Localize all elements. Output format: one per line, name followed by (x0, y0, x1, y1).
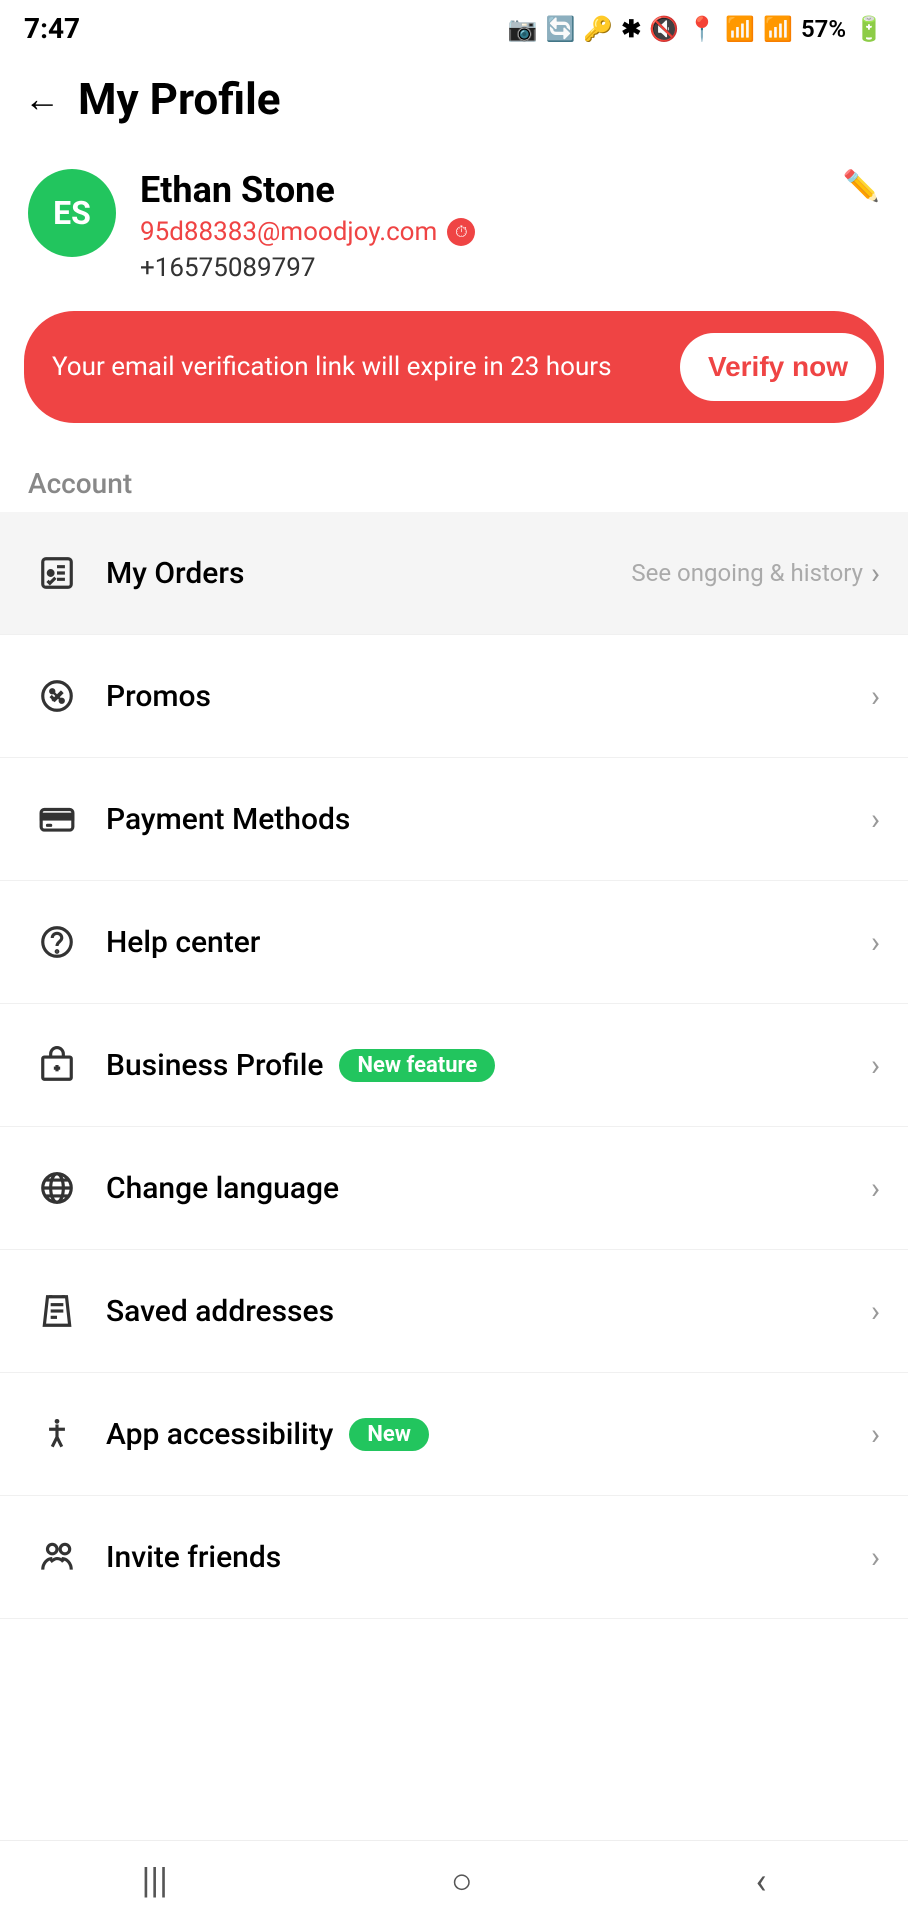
promos-chevron: › (871, 679, 880, 714)
my-orders-sublabel: See ongoing & history (631, 559, 863, 587)
promos-label: Promos (106, 679, 871, 714)
status-time: 7:47 (24, 12, 80, 45)
account-section-label: Account (0, 455, 908, 512)
profile-phone: +16575089797 (140, 253, 880, 283)
profile-email: 95d88383@moodjoy.com (140, 217, 437, 247)
help-center-icon (28, 913, 86, 971)
signal-icon: 📶 (763, 15, 793, 43)
banner-text: Your email verification link will expire… (52, 349, 668, 385)
app-accessibility-icon (28, 1405, 86, 1463)
nav-menu-icon[interactable]: ||| (142, 1860, 168, 1902)
change-language-chevron: › (871, 1171, 880, 1206)
help-center-label: Help center (106, 925, 871, 960)
nav-home-icon[interactable]: ○ (451, 1860, 473, 1902)
saved-addresses-label: Saved addresses (106, 1294, 871, 1329)
menu-item-payment-methods[interactable]: Payment Methods › (0, 758, 908, 881)
menu-item-saved-addresses[interactable]: Saved addresses › (0, 1250, 908, 1373)
bluetooth-icon: ✱ (621, 15, 641, 43)
payment-methods-label: Payment Methods (106, 802, 871, 837)
profile-name: Ethan Stone (140, 169, 880, 211)
verification-banner: Your email verification link will expire… (24, 311, 884, 423)
my-orders-label: My Orders (106, 556, 631, 591)
menu-item-help-center[interactable]: Help center › (0, 881, 908, 1004)
profile-section: ES Ethan Stone 95d88383@moodjoy.com ⏱ +1… (0, 149, 908, 311)
menu-item-my-orders[interactable]: My Orders See ongoing & history › (0, 512, 908, 635)
payment-methods-chevron: › (871, 802, 880, 837)
menu-item-invite-friends[interactable]: Invite friends › (0, 1496, 908, 1619)
status-bar: 7:47 📷 🔄 🔑 ✱ 🔇 📍 📶 📶 57% 🔋 (0, 0, 908, 53)
menu-item-business-profile[interactable]: Business Profile New feature › (0, 1004, 908, 1127)
location-icon: 📍 (687, 15, 717, 43)
change-language-icon (28, 1159, 86, 1217)
verify-now-button[interactable]: Verify now (680, 333, 876, 401)
app-accessibility-label: App accessibility New (106, 1417, 871, 1452)
battery-icon: 🔋 (854, 15, 884, 43)
help-center-chevron: › (871, 925, 880, 960)
key-icon: 🔑 (583, 15, 613, 43)
business-profile-label: Business Profile New feature (106, 1048, 871, 1083)
menu-item-promos[interactable]: Promos › (0, 635, 908, 758)
page-title: My Profile (78, 73, 281, 125)
my-orders-icon (28, 544, 86, 602)
menu-item-app-accessibility[interactable]: App accessibility New › (0, 1373, 908, 1496)
bottom-nav: ||| ○ ‹ (0, 1840, 908, 1920)
menu-item-change-language[interactable]: Change language › (0, 1127, 908, 1250)
edit-profile-button[interactable]: ✏️ (843, 169, 880, 204)
saved-addresses-chevron: › (871, 1294, 880, 1329)
business-profile-chevron: › (871, 1048, 880, 1083)
invite-friends-chevron: › (871, 1540, 880, 1575)
profile-email-row: 95d88383@moodjoy.com ⏱ (140, 217, 880, 247)
nav-back-icon[interactable]: ‹ (756, 1860, 767, 1902)
wifi-icon: 📶 (725, 15, 755, 43)
business-profile-badge: New feature (339, 1049, 495, 1082)
sync-icon: 🔄 (546, 15, 576, 43)
profile-info: Ethan Stone 95d88383@moodjoy.com ⏱ +1657… (140, 169, 880, 283)
app-accessibility-badge: New (349, 1418, 429, 1451)
battery-label: 57% (801, 15, 846, 43)
app-accessibility-chevron: › (871, 1417, 880, 1452)
header: ← My Profile (0, 53, 908, 149)
saved-addresses-icon (28, 1282, 86, 1340)
camera-icon: 📷 (508, 15, 538, 43)
my-orders-chevron: › (871, 556, 880, 591)
invite-friends-icon (28, 1528, 86, 1586)
business-profile-icon (28, 1036, 86, 1094)
mute-icon: 🔇 (649, 15, 679, 43)
status-icons: 📷 🔄 🔑 ✱ 🔇 📍 📶 📶 57% 🔋 (508, 15, 884, 43)
change-language-label: Change language (106, 1171, 871, 1206)
menu-list: My Orders See ongoing & history › Promos… (0, 512, 908, 1619)
clock-icon: ⏱ (447, 218, 475, 246)
avatar: ES (28, 169, 116, 257)
invite-friends-label: Invite friends (106, 1540, 871, 1575)
promos-icon (28, 667, 86, 725)
back-button[interactable]: ← (24, 81, 60, 117)
payment-methods-icon (28, 790, 86, 848)
